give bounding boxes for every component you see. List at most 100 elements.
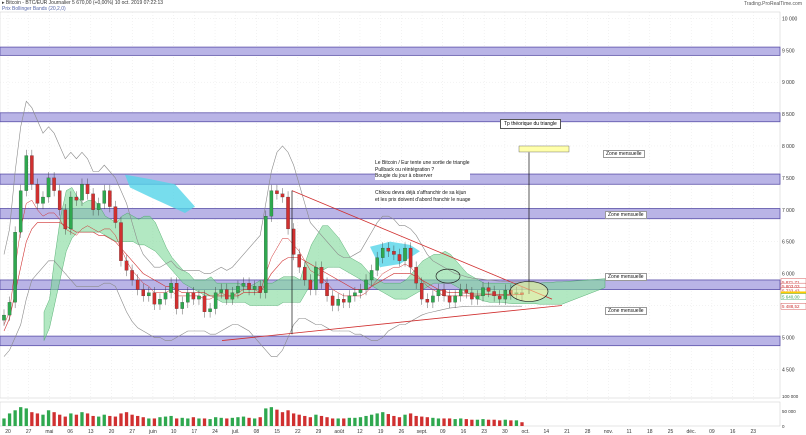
candle-body	[330, 295, 335, 306]
candle-body	[241, 283, 246, 287]
volume-bar	[35, 413, 40, 426]
volume-bar	[503, 419, 507, 426]
candle-body	[225, 289, 229, 300]
chikou-line-2: et les prix doivent d'abord franchir le …	[375, 196, 471, 203]
candle-body	[464, 289, 469, 293]
x-tick-label: 09	[709, 429, 715, 435]
candle-body	[202, 295, 207, 312]
volume-bar	[408, 413, 413, 426]
candle-body	[69, 196, 73, 230]
x-tick-label: oct.	[522, 429, 530, 435]
volume-bar	[492, 419, 496, 426]
candle-body	[358, 289, 363, 293]
chikou-box: Chikou devra déjà s'affranchir de sa kij…	[375, 190, 471, 203]
candle-body	[252, 286, 257, 290]
candle-body	[208, 308, 212, 312]
volume-bar	[314, 414, 318, 426]
y-tick-label: 6 500	[782, 240, 795, 246]
candle-body	[219, 289, 223, 293]
volume-bar	[202, 418, 207, 426]
candle-body	[80, 184, 84, 201]
volume-bar	[358, 417, 363, 426]
volume-bar	[186, 418, 190, 426]
volume-bar	[30, 412, 34, 426]
y-tick-label: 9 000	[782, 80, 795, 86]
volume-bar	[297, 414, 301, 426]
candle-body	[213, 292, 218, 309]
candle-body	[386, 247, 391, 252]
volume-bar	[113, 416, 118, 426]
volume-bar	[247, 417, 251, 426]
volume-bar	[308, 417, 312, 426]
candle-body	[397, 254, 402, 261]
candle-body	[18, 190, 23, 233]
candle-body	[258, 286, 262, 293]
volume-tick-label: 0	[782, 424, 785, 429]
highlight-ellipse	[509, 281, 549, 302]
candle-body	[108, 190, 112, 207]
volume-bar	[459, 418, 463, 426]
volume-bar	[214, 417, 218, 426]
volume-bar	[397, 417, 402, 426]
candle-body	[369, 270, 374, 281]
indicator-header: Prix Bollinger Bands (20,2,0)	[2, 6, 66, 12]
volume-bar	[330, 418, 335, 426]
x-tick-label: 11	[626, 429, 631, 435]
candle-body	[347, 295, 352, 303]
volume-bar	[264, 408, 268, 426]
x-tick-label: 14	[543, 429, 549, 435]
candle-body	[264, 216, 268, 293]
candle-body	[447, 295, 452, 303]
chart-root: 20 27 mai 06 13 20 27 juin 10 17 24 juil. 08 15 22 29 ao…	[0, 0, 806, 435]
candle-body	[174, 283, 179, 309]
volume-bar	[163, 416, 168, 426]
x-tick-label: 25	[668, 429, 674, 435]
volume-bar	[252, 418, 257, 426]
volume-bar	[431, 417, 435, 426]
candle-body	[303, 267, 307, 281]
zone-label-1: Zone mensuelle	[603, 150, 645, 158]
x-tick-label: 27	[26, 429, 32, 435]
volume-bar	[158, 417, 162, 426]
volume-bar	[63, 416, 67, 426]
candle-body	[319, 267, 324, 284]
candle-body	[475, 295, 480, 300]
volume-bar	[386, 414, 390, 426]
candle-body	[152, 292, 157, 305]
volume-bar	[291, 413, 296, 426]
x-tick-label: sept.	[417, 429, 428, 435]
volume-bar	[464, 419, 468, 426]
y-tick-label: 4 500	[782, 367, 795, 373]
volume-bar	[392, 415, 396, 426]
zone-label-3: Zone mensuelle	[605, 273, 647, 281]
candle-body	[119, 222, 123, 261]
volume-bar	[509, 420, 513, 426]
volume-bar	[364, 415, 368, 426]
volume-bar	[498, 420, 502, 426]
x-tick-label: 20	[5, 429, 11, 435]
candle-body	[503, 290, 508, 300]
candle-body	[35, 184, 40, 204]
volume-bar	[208, 419, 212, 426]
volume-bar	[52, 412, 56, 426]
candle-body	[403, 247, 407, 261]
volume-bar	[436, 418, 441, 426]
candle-body	[325, 283, 329, 297]
tp-label: Tp théorique du triangle	[500, 119, 561, 129]
candle-body	[191, 292, 196, 300]
volume-bar	[486, 419, 491, 426]
candle-body	[63, 209, 68, 230]
volume-bar	[19, 407, 23, 426]
volume-bar	[381, 412, 385, 426]
x-tick-label: 09	[440, 429, 446, 435]
candle-body	[186, 292, 190, 303]
candle-body	[380, 247, 385, 258]
candle-body	[130, 270, 134, 281]
y-tick-label: 8 500	[782, 112, 795, 118]
candle-body	[113, 206, 118, 223]
candle-body	[353, 292, 357, 297]
volume-bar	[325, 417, 329, 426]
candle-body	[169, 283, 173, 293]
x-tick-label: nov.	[604, 429, 613, 435]
x-tick-label: 12	[357, 429, 363, 435]
